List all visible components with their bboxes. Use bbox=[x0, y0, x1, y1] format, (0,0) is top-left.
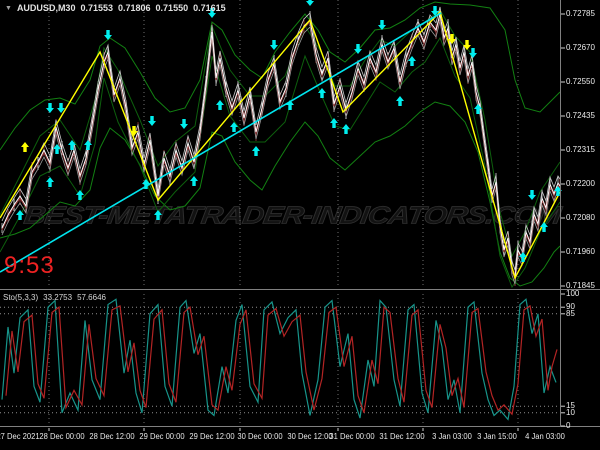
signal-arrow-up bbox=[21, 142, 29, 152]
signal-arrow-up bbox=[216, 100, 224, 110]
signal-arrow-down bbox=[528, 190, 536, 200]
signal-arrow-down bbox=[180, 119, 188, 129]
signal-arrow-down bbox=[306, 0, 314, 6]
signal-arrow-up bbox=[190, 176, 198, 186]
signal-arrow-up bbox=[154, 210, 162, 220]
bb-upper-inner-line bbox=[0, 9, 561, 258]
signal-arrow-up bbox=[286, 100, 294, 110]
signal-arrow-up bbox=[342, 124, 350, 134]
signal-arrow-up bbox=[396, 96, 404, 106]
signal-arrow-up bbox=[230, 122, 238, 132]
signal-arrow-down bbox=[469, 48, 477, 58]
signal-arrow-down bbox=[208, 8, 216, 18]
chart-canvas[interactable] bbox=[0, 0, 600, 450]
chart-window: BEST-METATRADER-INDICATORS.COM ▼ AUDUSD,… bbox=[0, 0, 600, 450]
signal-arrow-down bbox=[46, 103, 54, 113]
signal-arrow-up bbox=[46, 177, 54, 187]
bb-upper-outer-line bbox=[0, 1, 561, 151]
signal-arrow-down bbox=[148, 116, 156, 126]
bb-lower-outer-line bbox=[0, 101, 561, 287]
signal-arrow-up bbox=[252, 146, 260, 156]
stoch-signal-line bbox=[5, 304, 558, 416]
signal-arrow-up bbox=[84, 140, 92, 150]
signal-arrow-down bbox=[270, 40, 278, 50]
